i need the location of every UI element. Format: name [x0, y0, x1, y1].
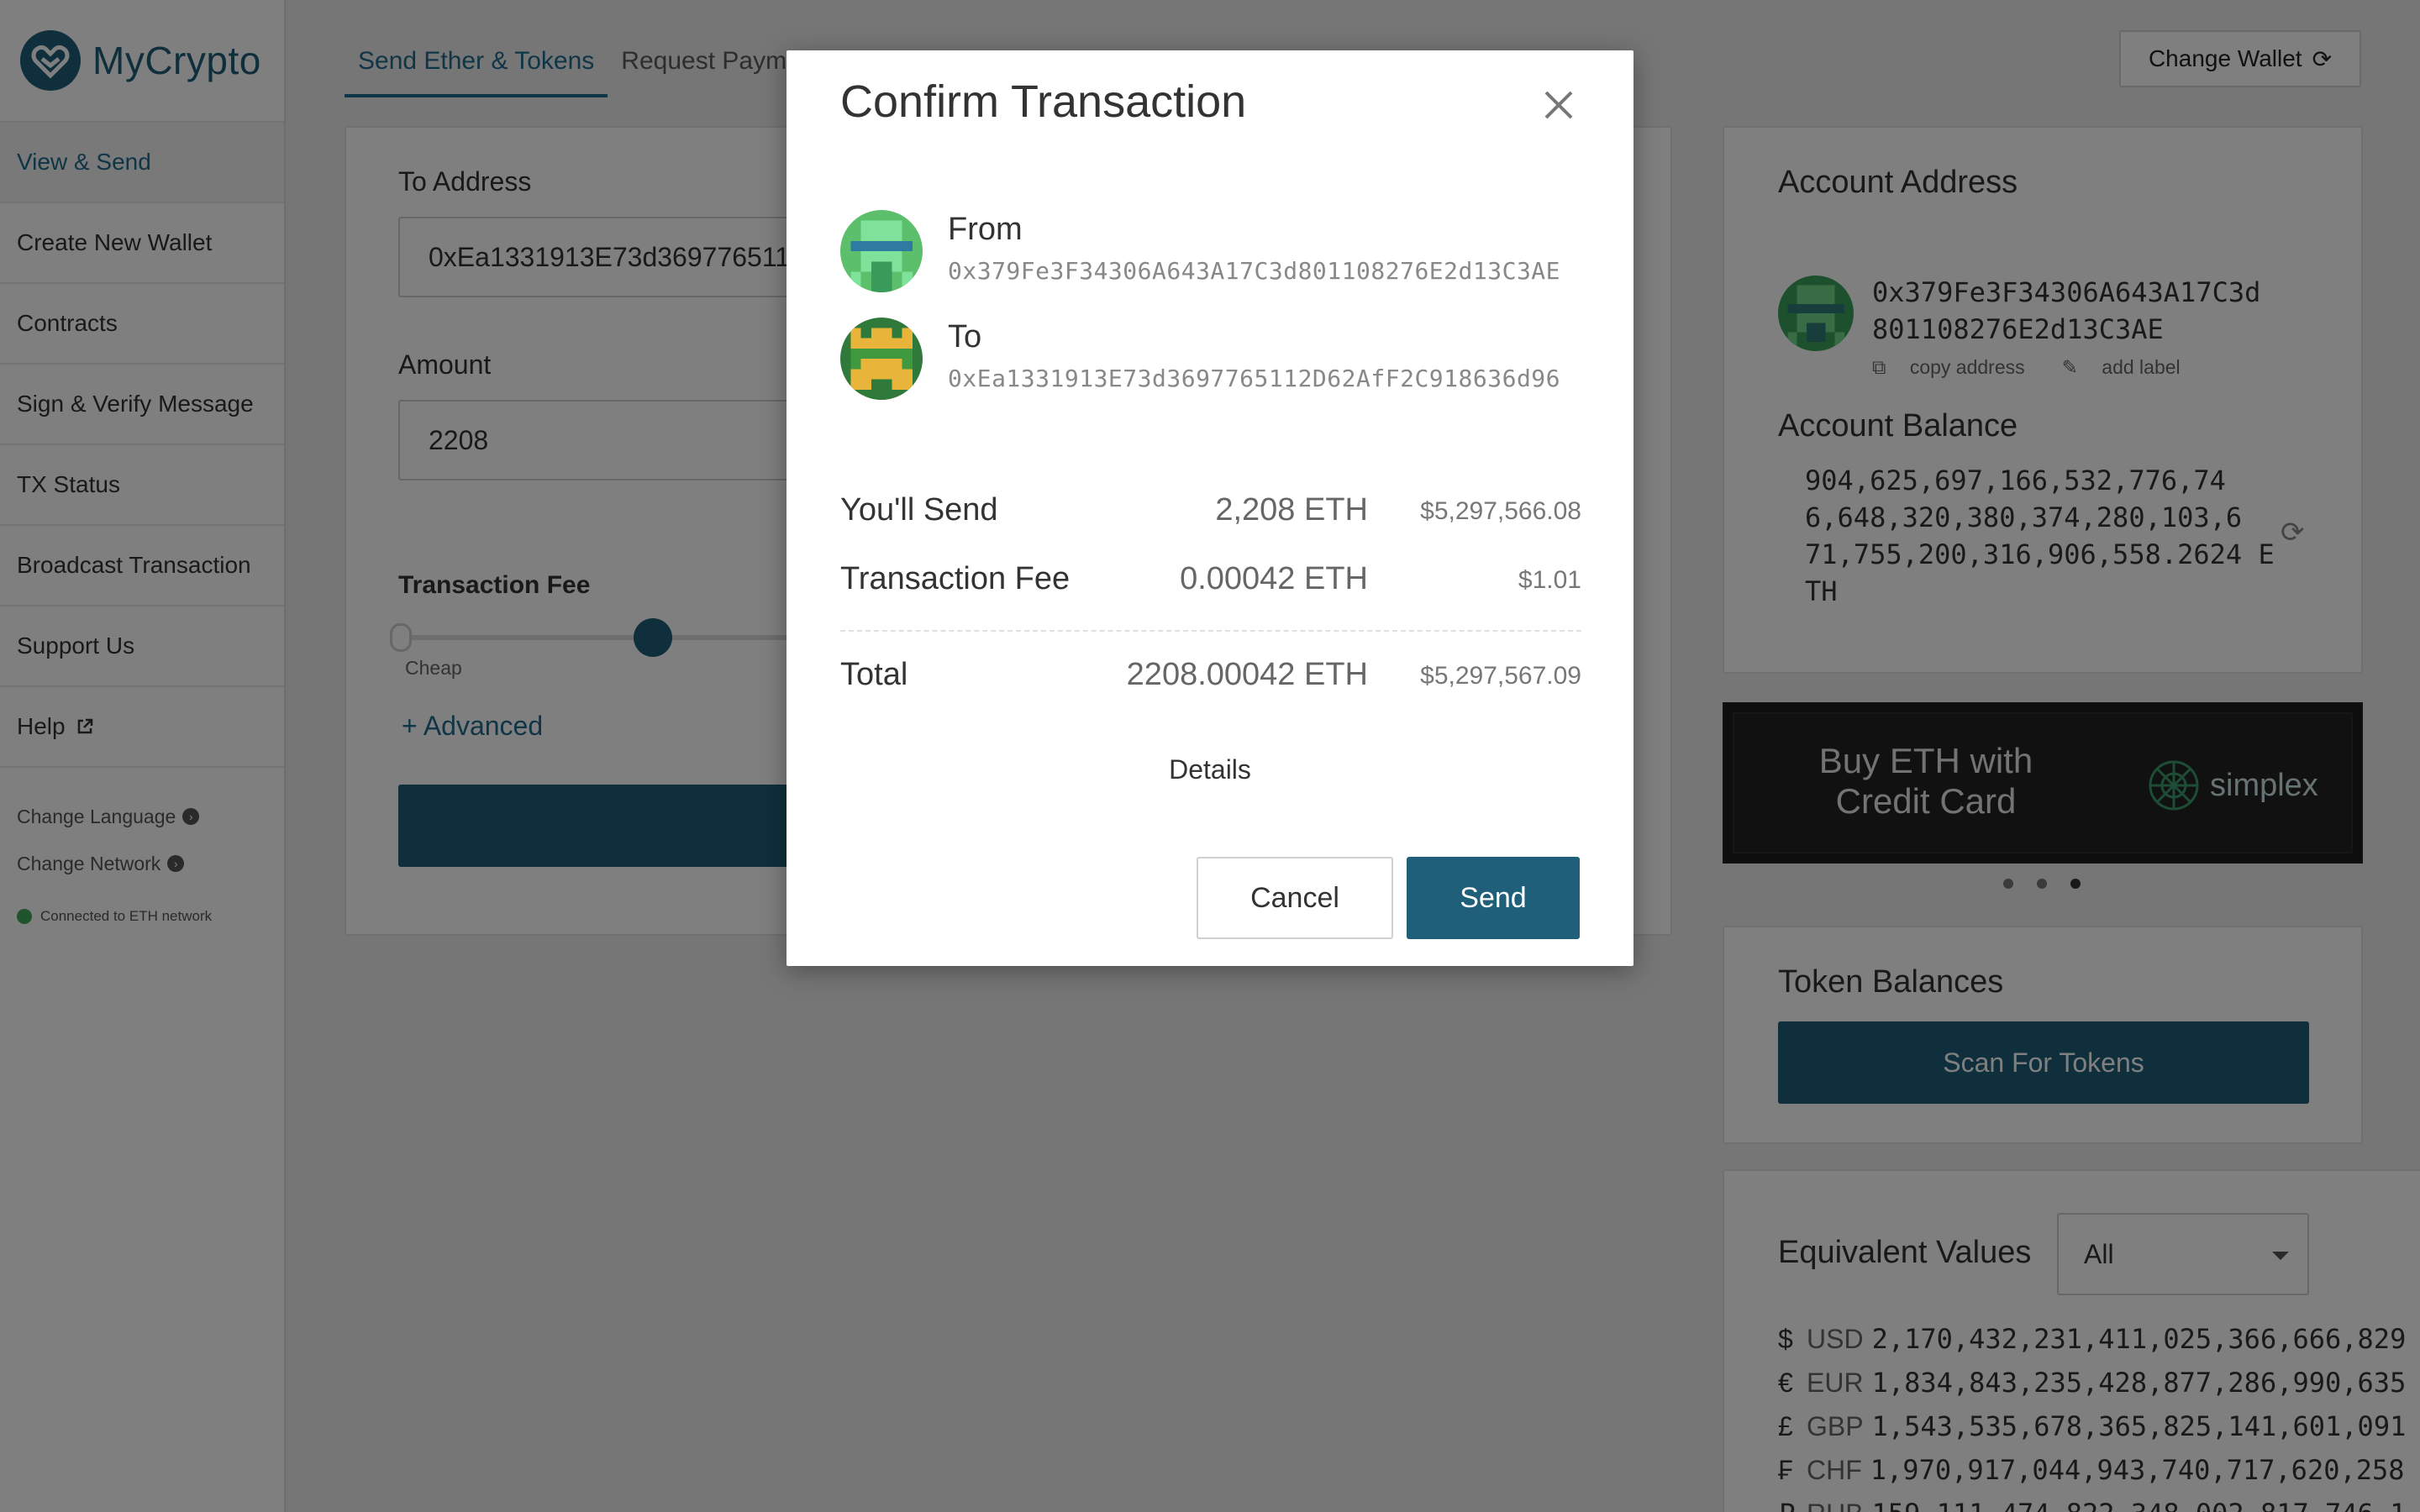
- from-address: 0x379Fe3F34306A643A17C3d801108276E2d13C3…: [948, 257, 1561, 285]
- total-row: Total 2208.00042 ETH $5,297,567.09: [840, 652, 1581, 702]
- send-amount-row: You'll Send 2,208 ETH $5,297,566.08: [840, 487, 1581, 538]
- modal-title: Confirm Transaction: [840, 76, 1247, 127]
- confirm-send-button[interactable]: Send: [1407, 857, 1580, 939]
- confirm-transaction-modal: Confirm Transaction From 0x379Fe3F34306A…: [786, 50, 1634, 966]
- details-toggle[interactable]: Details: [786, 754, 1634, 785]
- to-label: To: [948, 319, 982, 354]
- send-amount-label: You'll Send: [840, 492, 998, 528]
- send-amount-eth: 2,208 ETH: [1215, 492, 1368, 528]
- total-eth: 2208.00042 ETH: [1126, 657, 1368, 692]
- send-amount-usd: $5,297,566.08: [1420, 497, 1581, 525]
- fee-row: Transaction Fee 0.00042 ETH $1.01: [840, 556, 1581, 606]
- close-icon[interactable]: [1538, 84, 1580, 126]
- to-party: To 0xEa1331913E73d3697765112D62AfF2C9186…: [840, 318, 1597, 402]
- fee-usd: $1.01: [1518, 566, 1581, 594]
- cancel-button[interactable]: Cancel: [1197, 857, 1393, 939]
- total-label: Total: [840, 657, 908, 692]
- total-usd: $5,297,567.09: [1420, 662, 1581, 690]
- from-party: From 0x379Fe3F34306A643A17C3d801108276E2…: [840, 210, 1597, 294]
- from-label: From: [948, 212, 1023, 247]
- fee-eth: 0.00042 ETH: [1180, 561, 1368, 596]
- fee-label: Transaction Fee: [840, 561, 1071, 596]
- total-divider: [840, 630, 1581, 632]
- to-address: 0xEa1331913E73d3697765112D62AfF2C918636d…: [948, 365, 1561, 392]
- to-identicon: [840, 318, 923, 400]
- from-identicon: [840, 210, 923, 292]
